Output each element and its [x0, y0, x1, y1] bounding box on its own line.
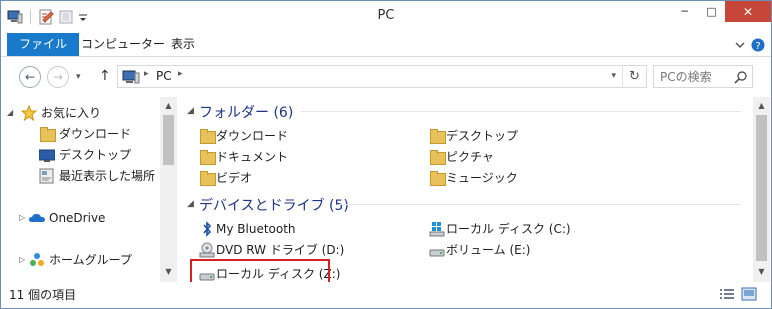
breadcrumb-pc[interactable]: PC	[156, 69, 172, 83]
collapse-group-icon[interactable]: ◢	[187, 199, 194, 209]
scroll-thumb[interactable]	[163, 115, 174, 165]
nav-item-label: お気に入り	[41, 106, 102, 120]
dvd-drive-icon	[199, 242, 215, 258]
title-bar: PC ─ □ ✕	[1, 1, 771, 33]
item-label: ボリューム (E:)	[446, 243, 531, 257]
recent-locations-button[interactable]: ▾	[76, 72, 81, 82]
scroll-down-button[interactable]: ▼	[753, 263, 770, 280]
content-pane: ◢ フォルダー (6) ダウンロード デスクトップ ドキュメント ピクチャ ビデ…	[181, 97, 751, 289]
download-folder-icon	[39, 126, 56, 142]
status-bar: 11 個の項目	[1, 282, 771, 308]
drive-icon	[429, 242, 445, 258]
group-divider	[301, 111, 741, 112]
nav-item-label: OneDrive	[49, 211, 106, 225]
desktop-icon	[38, 147, 56, 163]
scroll-down-button[interactable]: ▼	[160, 263, 177, 280]
star-icon	[20, 104, 38, 122]
music-folder-icon	[429, 170, 446, 186]
videos-folder-icon	[199, 170, 216, 186]
breadcrumb-chevron[interactable]: ▸	[144, 69, 149, 79]
group-divider	[339, 204, 741, 205]
nav-item-label: ホームグループ	[49, 253, 132, 267]
download-folder-icon	[199, 128, 216, 144]
refresh-button[interactable]: ↻	[622, 66, 646, 87]
navigation-pane: ◢ お気に入り ダウンロード デスクトップ 最近表示した場所 ▷ OneDriv…	[1, 97, 177, 282]
item-label: ドキュメント	[216, 150, 289, 164]
homegroup-icon	[29, 252, 45, 268]
computer-icon	[122, 70, 140, 84]
scroll-up-button[interactable]: ▲	[160, 97, 177, 114]
ribbon-tabs: ファイル コンピューター 表示 ?	[1, 33, 771, 57]
scroll-thumb[interactable]	[756, 115, 767, 261]
window-controls: ─ □ ✕	[671, 1, 771, 22]
close-button[interactable]: ✕	[725, 1, 771, 22]
large-icons-view-icon[interactable]	[741, 287, 757, 301]
documents-folder-icon	[199, 149, 216, 165]
search-box	[653, 65, 753, 88]
folders-group-header[interactable]: フォルダー (6)	[199, 102, 293, 122]
windows-drive-icon	[429, 221, 445, 237]
explorer-window: PC ─ □ ✕ ファイル コンピューター 表示 ? ← → ▾ ↑ ▸ PC …	[0, 0, 772, 309]
collapse-icon[interactable]: ◢	[7, 103, 13, 123]
svg-text:?: ?	[755, 41, 760, 52]
nav-item-downloads[interactable]: ダウンロード	[21, 124, 171, 144]
tab-view[interactable]: 表示	[159, 33, 207, 56]
details-view-icon[interactable]	[719, 287, 735, 301]
nav-item-label: 最近表示した場所	[59, 169, 156, 183]
nav-item-recent-places[interactable]: 最近表示した場所	[21, 166, 171, 186]
cloud-icon	[29, 210, 45, 226]
expand-icon[interactable]: ▷	[19, 208, 25, 228]
nav-item-homegroup[interactable]: ▷ ホームグループ	[19, 250, 169, 270]
navigation-pane-scrollbar[interactable]: ▲ ▼	[160, 97, 177, 282]
address-bar[interactable]: ▸ PC ▸ ▾ ↻	[117, 65, 647, 88]
expand-icon[interactable]: ▷	[19, 250, 25, 270]
breadcrumb-chevron[interactable]: ▸	[178, 69, 183, 79]
devices-group-header[interactable]: デバイスとドライブ (5)	[199, 195, 349, 215]
minimize-button[interactable]: ─	[671, 1, 698, 22]
address-history-dropdown[interactable]: ▾	[611, 71, 616, 81]
forward-button[interactable]: →	[47, 66, 69, 88]
item-label: ダウンロード	[216, 129, 289, 143]
nav-item-desktop[interactable]: デスクトップ	[21, 145, 171, 165]
nav-item-favorites[interactable]: ◢ お気に入り	[7, 103, 157, 123]
nav-item-onedrive[interactable]: ▷ OneDrive	[19, 208, 169, 228]
item-label: ローカル ディスク (C:)	[446, 222, 571, 236]
window-title: PC	[377, 8, 395, 23]
back-button[interactable]: ←	[19, 66, 41, 88]
item-label: ビデオ	[216, 171, 253, 185]
pictures-folder-icon	[429, 149, 446, 165]
scroll-up-button[interactable]: ▲	[753, 97, 770, 114]
nav-item-label: ダウンロード	[59, 127, 132, 141]
bluetooth-icon	[199, 221, 215, 237]
expand-ribbon-icon[interactable]	[733, 38, 747, 52]
collapse-group-icon[interactable]: ◢	[187, 106, 194, 116]
navigation-bar: ← → ▾ ↑ ▸ PC ▸ ▾ ↻	[1, 57, 771, 97]
recent-places-icon	[39, 168, 55, 184]
maximize-button[interactable]: □	[698, 1, 725, 22]
search-input[interactable]	[654, 66, 732, 87]
item-label: ピクチャ	[446, 150, 494, 164]
item-label: DVD RW ドライブ (D:)	[216, 243, 345, 257]
item-label: My Bluetooth	[216, 222, 296, 236]
nav-item-label: デスクトップ	[59, 148, 132, 162]
desktop-folder-icon	[429, 128, 446, 144]
item-count: 11 個の項目	[9, 288, 77, 302]
search-icon[interactable]	[734, 70, 748, 84]
help-icon[interactable]: ?	[751, 38, 765, 52]
item-label: デスクトップ	[446, 129, 519, 143]
content-pane-scrollbar[interactable]: ▲ ▼	[753, 97, 770, 282]
item-label: ミュージック	[446, 171, 518, 185]
up-button[interactable]: ↑	[99, 68, 111, 84]
